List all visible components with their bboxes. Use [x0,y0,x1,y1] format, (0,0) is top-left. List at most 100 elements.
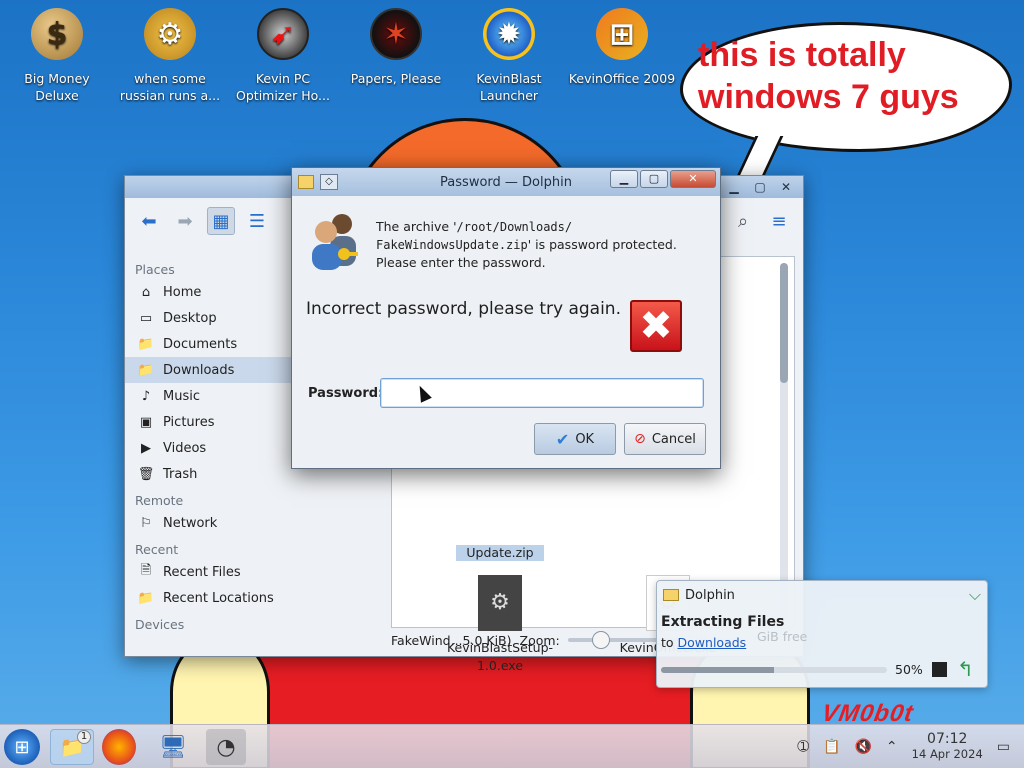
desktop-icon-russian[interactable]: ⚙ when some russian runs a... [115,8,225,104]
maximize-icon[interactable]: ▢ [749,179,771,195]
icons-view-icon[interactable]: ▦ [207,207,235,235]
place-label: Trash [163,466,198,482]
desktop-icon-label: when some russian runs a... [119,71,221,103]
clipboard-icon[interactable]: 📋 [823,739,840,755]
clock-time: 07:12 [927,731,968,747]
dialog-message: The archive '/root/Downloads/ FakeWindow… [376,218,706,272]
desktop-icon-label: KevinOffice 2009 [568,71,676,86]
downloads-folder-icon: 📁 [137,362,155,378]
zoom-label: Zoom: [519,632,560,648]
cancel-button[interactable]: ⊘ Cancel [624,423,706,455]
hamburger-menu-icon[interactable]: ≡ [765,207,793,235]
place-label: Music [163,388,200,404]
forward-arrow-icon[interactable]: ➡ [171,207,199,235]
place-recent-files[interactable]: 🗎 Recent Files [125,559,370,585]
notification-title: Extracting Files [661,614,785,630]
music-folder-icon: ♪ [141,388,151,404]
clock-date: 14 Apr 2024 [911,747,983,761]
taskbar-dolphin[interactable]: 📁 1 [50,729,94,765]
status-text: FakeWind...5.0 KiB) [391,632,512,648]
password-dialog: ◇ Password — Dolphin ▁ ▢ ✕ The archive '… [291,167,721,469]
start-button[interactable]: ⊞ [4,729,40,765]
checkmark-icon: ✔ [555,429,570,449]
executable-icon: ⚙ [478,575,522,631]
message-prefix: The archive ' [376,219,457,234]
details-view-icon[interactable]: ☰ [243,207,271,235]
task-badge: 1 [77,730,91,744]
folder-icon [663,589,679,601]
place-label: Home [163,284,202,300]
undo-arrow-icon[interactable]: ↰ [957,657,974,681]
scrollbar-thumb[interactable] [780,263,788,383]
videos-folder-icon: ▶ [141,440,151,456]
desktop-icon-big-money[interactable]: $ Big Money Deluxe [2,8,112,104]
gauge-icon: ➹ [257,8,309,60]
blast-icon: ✹ [483,8,535,60]
show-desktop-icon[interactable]: ▭ [997,739,1010,755]
desktop-icon: ▭ [139,310,153,326]
progress-bar [661,667,887,673]
chevron-up-icon[interactable]: ⌃ [886,739,898,755]
error-x-icon: ✖ [630,300,682,352]
maximize-icon[interactable]: ▢ [640,170,668,188]
users-key-icon [312,214,358,270]
updates-icon[interactable]: ➀ [797,739,809,755]
office-icon: ⊞ [596,8,648,60]
place-label: Desktop [163,310,217,326]
subtitle-prefix: to [661,635,678,650]
desktop-icon-kevinoffice[interactable]: ⊞ KevinOffice 2009 [567,8,677,87]
zoom-slider-knob[interactable] [591,631,610,649]
place-network[interactable]: ⚐ Network [125,510,370,536]
devices-heading: Devices [135,617,185,632]
desktop-icon-label: Papers, Please [350,71,442,86]
progress-percent: 50% [895,662,923,677]
notification-app: Dolphin [685,587,735,603]
place-label: Videos [163,440,207,456]
windows-logo-icon: ⊞ [14,736,30,758]
firefox-icon[interactable] [102,729,136,765]
place-recent-locations[interactable]: 📁 Recent Locations [125,585,370,611]
file-kevinblast[interactable]: ⚙ KevinBlastSetup-1.0.exe [430,575,570,675]
minimize-icon[interactable]: ▁ [610,170,638,188]
vertical-scrollbar[interactable] [780,263,788,619]
close-icon[interactable]: ✕ [670,170,716,188]
desktop-icon-label: KevinBlast Launcher [476,71,542,103]
desktop-icon-pc-optimizer[interactable]: ➹ Kevin PC Optimizer Ho... [228,8,338,104]
desktop-icon-kevinblast[interactable]: ✹ KevinBlast Launcher [454,8,564,104]
system-tray: ➀ 📋 🔇 ⌃ 07:12 14 Apr 2024 ▭ [797,725,1024,768]
ok-button[interactable]: ✔ OK [534,423,616,455]
search-icon[interactable]: ⌕ [729,207,757,235]
place-label: Recent Locations [163,590,274,606]
back-arrow-icon[interactable]: ⬅ [135,207,163,235]
recent-files-icon: 🗎 [140,563,152,578]
cancel-icon: ⊘ [634,431,646,447]
downloads-link[interactable]: Downloads [678,635,747,650]
gauge-icon: ◔ [216,734,236,760]
recent-locations-icon: 📁 [137,590,155,606]
notification-subtitle: to Downloads [661,635,746,650]
volume-muted-icon[interactable]: 🔇 [854,739,871,755]
folder-icon: 📁 [137,336,155,352]
selected-file-label[interactable]: Update.zip [456,545,544,561]
gear-icon: ⚙ [144,8,196,60]
minimize-icon[interactable]: ▁ [723,179,745,195]
taskbar-optimizer[interactable]: ◔ [206,729,246,765]
desktop-icon-papers-please[interactable]: ✶ Papers, Please [341,8,451,87]
recent-heading: Recent [135,542,179,557]
stop-icon[interactable] [932,662,947,677]
speech-bubble-tail [736,136,784,176]
progress-fill [661,667,774,673]
desktop-icon-label: Big Money Deluxe [24,71,90,103]
desktop-icon-label: Kevin PC Optimizer Ho... [236,71,330,103]
place-label: Documents [163,336,238,352]
place-label: Pictures [163,414,215,430]
chevron-down-icon[interactable]: ⌵ [969,585,981,605]
close-icon[interactable]: ✕ [775,179,797,195]
dialog-titlebar[interactable]: ◇ Password — Dolphin ▁ ▢ ✕ [292,168,720,196]
taskbar: ⊞ 📁 1 🖥 ◔ ➀ 📋 🔇 ⌃ 07:12 14 Apr 2024 ▭ [0,724,1024,768]
clock[interactable]: 07:12 14 Apr 2024 [912,732,983,762]
monitor-icon: 🖥 [159,734,187,760]
taskbar-network-app[interactable]: 🖥 [155,729,191,765]
ok-label: OK [575,431,595,447]
keep-above-icon[interactable]: ◇ [320,174,338,190]
